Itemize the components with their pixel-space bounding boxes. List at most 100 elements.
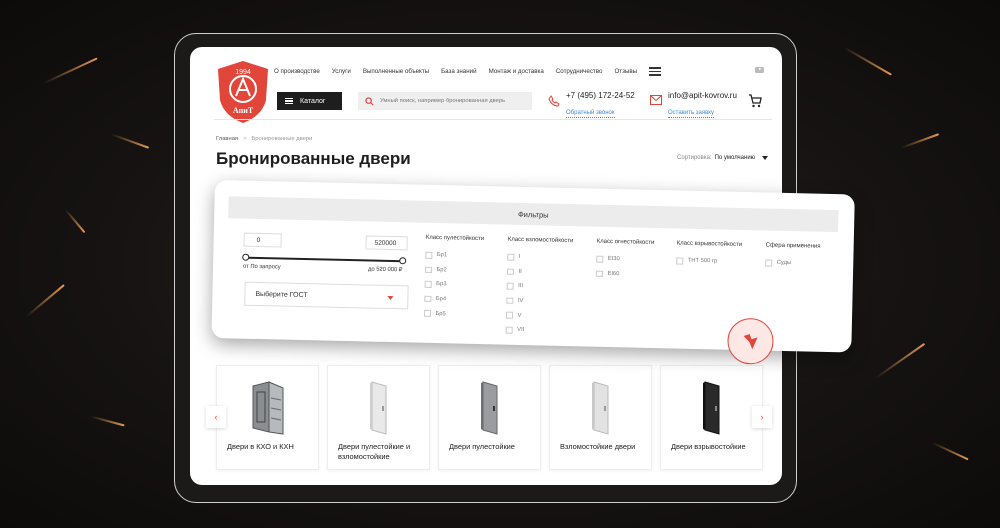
filter-option[interactable]: EI60 (595, 266, 654, 282)
option-label: IV (517, 297, 524, 305)
price-to-label: до 520 000 ₽ (367, 266, 403, 274)
phone-icon (548, 95, 560, 107)
filter-group-title: Сфера применения (765, 242, 821, 250)
option-label: Бр2 (436, 266, 447, 274)
cart-icon[interactable] (748, 94, 762, 108)
company-logo[interactable]: 1994 АпиТ (216, 60, 270, 124)
product-card-bullet-burglar[interactable]: Двери пулестойкие и взломостойкие (327, 365, 430, 470)
catalog-button-label: Каталог (300, 97, 326, 105)
chevron-left-icon: ‹ (214, 412, 218, 422)
gost-select-value: Выберите ГОСТ (255, 290, 308, 299)
filter-option[interactable]: VII (505, 323, 572, 339)
filter-option[interactable]: Суды (765, 256, 820, 272)
checkbox[interactable] (425, 251, 432, 259)
checkbox[interactable] (765, 259, 772, 267)
filter-group-title: Класс взломостойкости (507, 236, 574, 245)
black-door-icon (703, 381, 720, 435)
option-label: V (517, 312, 522, 319)
steel-open-door-icon (252, 381, 284, 435)
filter-option[interactable]: V (505, 308, 572, 324)
checkbox[interactable] (506, 282, 514, 290)
price-slider-min-handle[interactable] (242, 253, 250, 261)
filter-group-title: Класс взрывостойкости (676, 240, 743, 248)
filter-group-title: Класс пулестойкости (425, 234, 485, 243)
product-name: Взломостойкие двери (560, 442, 636, 451)
phone-number[interactable]: +7 (495) 172-24-52 (566, 91, 635, 101)
white-door-icon (370, 381, 387, 435)
option-label: Бр5 (435, 310, 446, 317)
filter-option[interactable]: II (506, 264, 573, 280)
breadcrumb-home[interactable]: Главная (216, 136, 238, 142)
filter-option[interactable]: Бр1 (425, 248, 484, 264)
hamburger-icon (285, 98, 293, 104)
product-card-burglar[interactable]: Взломостойкие двери (549, 365, 652, 470)
carousel-next-button[interactable]: › (752, 406, 772, 428)
option-label: III (518, 283, 524, 290)
filter-option[interactable]: Бр3 (424, 277, 484, 293)
logo-brand: АпиТ (233, 106, 254, 115)
checkbox[interactable] (424, 281, 432, 288)
filter-option[interactable]: IV (506, 293, 572, 309)
filter-option[interactable]: I (507, 250, 573, 266)
filter-panel: Фильтры 0 520000 от По запросу до 520 00… (211, 180, 855, 365)
carousel-prev-button[interactable]: ‹ (206, 406, 226, 428)
checkbox[interactable] (424, 266, 432, 274)
nav-item-projects[interactable]: Выполненные объекты (363, 68, 429, 75)
option-label: ТНТ 500 гр (687, 258, 718, 265)
mail-icon (650, 95, 662, 105)
search-bar[interactable] (358, 92, 532, 110)
option-label: EI60 (607, 270, 620, 278)
checkbox[interactable] (507, 253, 514, 261)
filter-option[interactable]: III (506, 279, 573, 295)
filter-option[interactable]: EI30 (596, 252, 654, 268)
filter-group-blast: Класс взрывостойкости ТНТ 500 гр (676, 240, 742, 269)
chevron-right-icon: › (760, 412, 764, 422)
filter-option[interactable]: Бр5 (423, 306, 483, 322)
nav-item-delivery[interactable]: Монтаж и доставка (489, 68, 544, 75)
checkbox[interactable] (506, 268, 514, 275)
checkbox[interactable] (505, 326, 513, 334)
page-title: Бронированные двери (216, 149, 411, 168)
search-icon (365, 96, 374, 106)
top-navigation: О производстве Услуги Выполненные объект… (274, 67, 662, 76)
email-address[interactable]: info@apit-kovrov.ru (668, 91, 737, 101)
option-label: Бр4 (435, 296, 447, 303)
checkbox[interactable] (505, 312, 513, 319)
product-name: Двери пулестойкие (449, 442, 515, 451)
search-input[interactable] (380, 98, 530, 104)
nav-item-production[interactable]: О производстве (274, 68, 320, 75)
product-card-blast[interactable]: Двери взрывостойкие (660, 365, 763, 470)
checkbox[interactable] (596, 255, 603, 263)
filter-option[interactable]: Бр4 (424, 292, 483, 308)
gost-select[interactable]: Выберите ГОСТ (244, 281, 409, 310)
callback-link[interactable]: Обратный звонок (566, 109, 615, 118)
checkbox[interactable] (424, 295, 431, 303)
price-max-input[interactable]: 520000 (365, 235, 408, 251)
nav-item-services[interactable]: Услуги (332, 68, 351, 75)
checkbox[interactable] (423, 310, 431, 317)
price-min-input[interactable]: 0 (243, 232, 282, 248)
checkbox[interactable] (506, 297, 513, 305)
nav-item-cooperation[interactable]: Сотрудничество (556, 68, 603, 75)
filter-option[interactable]: Бр2 (424, 262, 484, 278)
option-label: II (518, 268, 522, 275)
option-label: Суды (776, 260, 792, 267)
price-slider-track[interactable] (245, 256, 404, 262)
nav-item-knowledge[interactable]: База знаний (441, 68, 476, 75)
product-card-bullet[interactable]: Двери пулестойкие (438, 365, 541, 470)
checkbox[interactable] (595, 270, 603, 277)
product-card-kho[interactable]: Двери в КХО и КХН (216, 365, 319, 470)
checkbox[interactable] (676, 257, 683, 265)
filter-option[interactable]: ТНТ 500 гр (676, 253, 742, 269)
option-label: I (518, 254, 521, 261)
request-link[interactable]: Оставить заявку (668, 109, 714, 118)
sort-dropdown[interactable]: Сортировка: По умолчанию (677, 155, 769, 161)
nav-item-reviews[interactable]: Отзывы (614, 68, 637, 75)
sort-value: По умолчанию (714, 155, 756, 161)
price-slider-max-handle[interactable] (399, 257, 407, 265)
chevron-down-icon (762, 156, 769, 160)
menu-icon[interactable] (649, 67, 662, 76)
email-contact: info@apit-kovrov.ru Оставить заявку (650, 91, 737, 119)
youtube-icon[interactable] (755, 67, 764, 73)
catalog-button[interactable]: Каталог (277, 92, 342, 110)
